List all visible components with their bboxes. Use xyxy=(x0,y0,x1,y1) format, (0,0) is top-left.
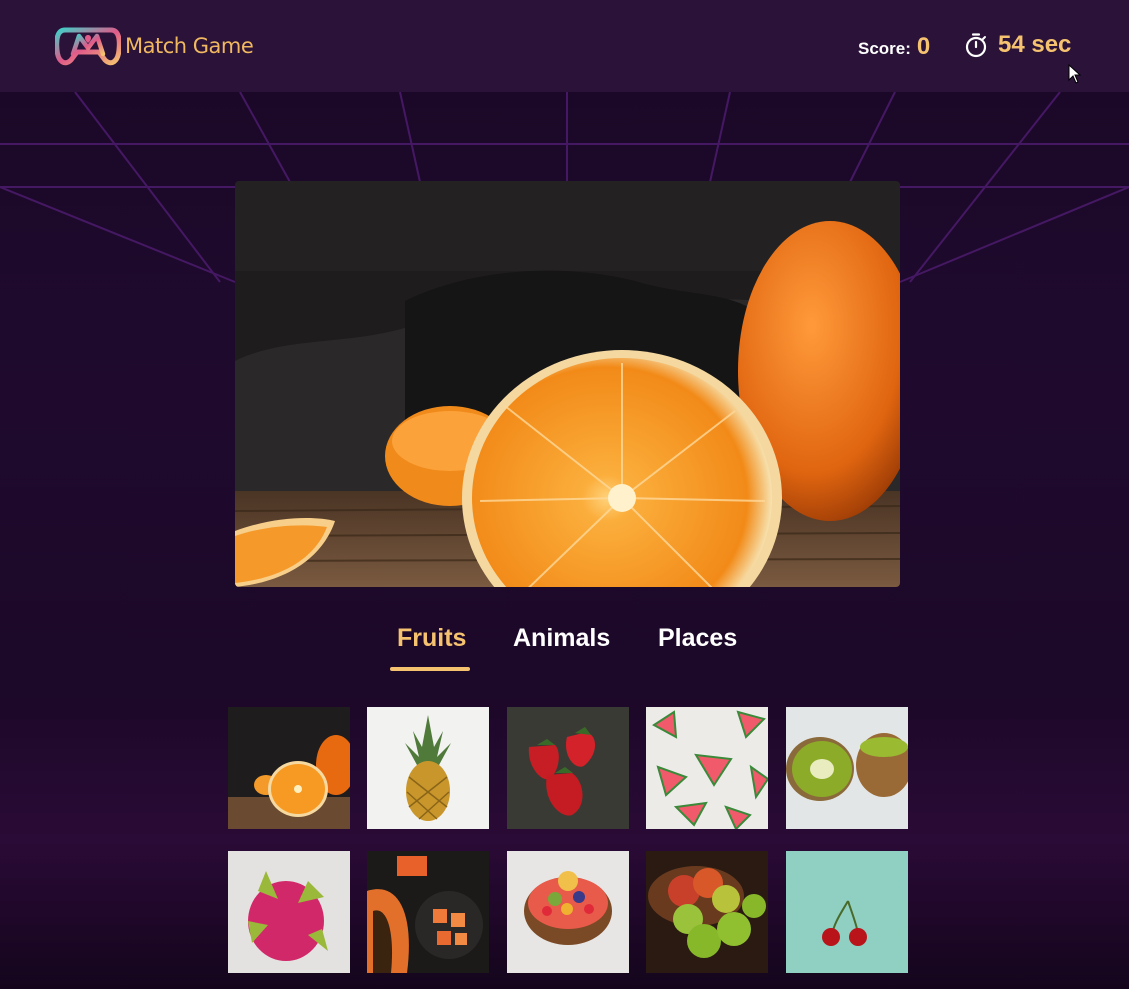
strawberry-picture xyxy=(507,707,629,829)
thumbnail-papaya[interactable] xyxy=(367,851,489,973)
tab-fruits[interactable]: Fruits xyxy=(397,624,466,653)
apple-picture xyxy=(646,851,768,973)
thumbnail-strawberry[interactable] xyxy=(507,707,629,829)
mouse-pointer-icon xyxy=(1068,64,1082,84)
score-display: Score: 0 xyxy=(858,33,930,61)
top-bar: Match Game Score: 0 54 sec xyxy=(0,0,1129,92)
score-value: 0 xyxy=(916,33,931,60)
timer-display: 54 sec xyxy=(964,31,1071,59)
pineapple-picture xyxy=(367,707,489,829)
watermelon-picture xyxy=(646,707,768,829)
timer-value: 54 sec xyxy=(998,31,1072,58)
thumbnail-apple[interactable] xyxy=(646,851,768,973)
kiwi-picture xyxy=(786,707,908,829)
dragon-fruit-picture xyxy=(228,851,350,973)
hero-image xyxy=(235,181,900,587)
orange-picture xyxy=(228,707,350,829)
thumbnail-orange[interactable] xyxy=(228,707,350,829)
app-title: Match Game xyxy=(125,34,254,58)
app-logo[interactable]: Match Game xyxy=(55,24,254,68)
cherry-picture xyxy=(786,851,908,973)
thumbnail-fruit-bowl[interactable] xyxy=(507,851,629,973)
tab-places[interactable]: Places xyxy=(658,624,737,653)
thumbnail-kiwi[interactable] xyxy=(786,707,908,829)
fruit-bowl-picture xyxy=(507,851,629,973)
gamepad-logo-icon xyxy=(55,27,121,66)
active-tab-indicator xyxy=(390,667,470,671)
hero-orange-picture xyxy=(235,181,900,587)
papaya-picture xyxy=(367,851,489,973)
tab-animals[interactable]: Animals xyxy=(513,624,610,653)
thumbnail-dragon-fruit[interactable] xyxy=(228,851,350,973)
thumbnail-pineapple[interactable] xyxy=(367,707,489,829)
score-label: Score: xyxy=(858,39,911,58)
stopwatch-icon xyxy=(965,33,987,58)
thumbnail-watermelon[interactable] xyxy=(646,707,768,829)
thumbnail-cherry[interactable] xyxy=(786,851,908,973)
